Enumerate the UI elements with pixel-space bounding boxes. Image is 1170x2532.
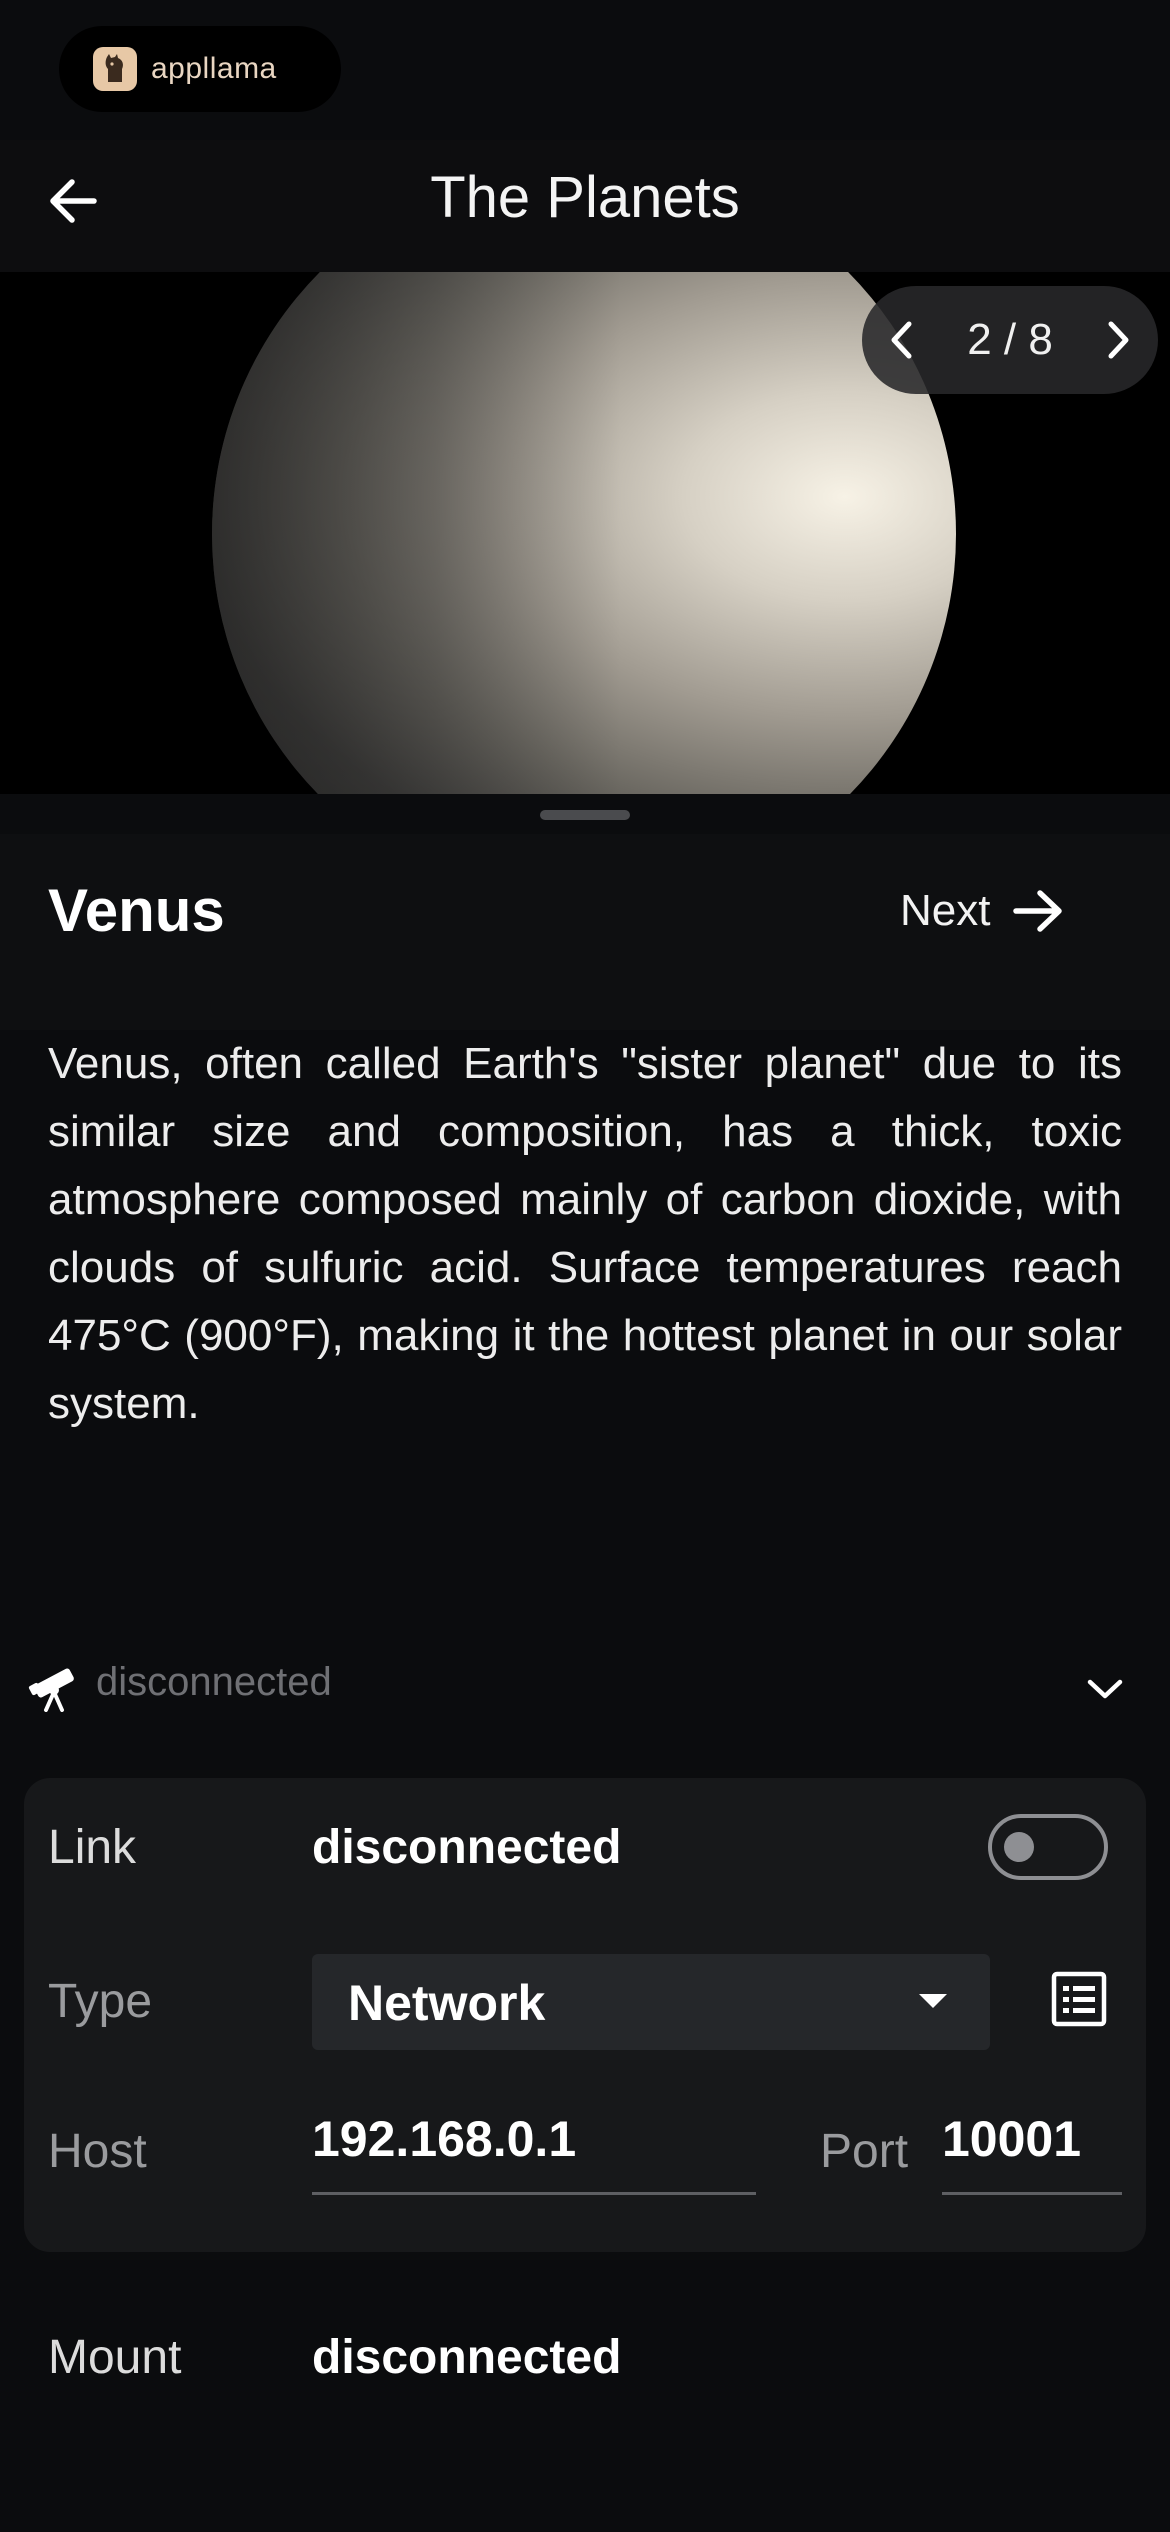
- list-icon[interactable]: [1050, 1970, 1108, 2028]
- telescope-icon: [28, 1668, 74, 1712]
- host-value: 192.168.0.1: [312, 2111, 577, 2167]
- type-select[interactable]: Network: [312, 1954, 990, 2050]
- host-label: Host: [48, 2125, 147, 2178]
- brand-badge: appllama: [59, 26, 341, 112]
- port-value: 10001: [942, 2111, 1082, 2167]
- arrow-right-icon: [1013, 890, 1063, 932]
- chevron-right-icon: [1108, 321, 1129, 359]
- page-title: The Planets: [430, 165, 740, 230]
- host-input[interactable]: 192.168.0.1: [312, 2110, 756, 2195]
- chevron-down-icon: [1087, 1679, 1123, 1699]
- image-pager: 2 / 8: [862, 286, 1158, 394]
- connection-settings-card: Link disconnected Type Network Host 192.…: [24, 1778, 1146, 2252]
- link-value: disconnected: [312, 1821, 622, 1874]
- next-label: Next: [900, 886, 991, 935]
- mount-value: disconnected: [312, 2331, 622, 2384]
- page-indicator: 2 / 8: [967, 315, 1053, 364]
- mount-label-row: Mount: [48, 2331, 182, 2384]
- type-value: Network: [348, 1975, 546, 2031]
- type-label: Type: [48, 1975, 153, 2028]
- connection-status-row[interactable]: disconnected: [0, 1634, 1170, 1744]
- planet-name: Venus: [48, 877, 225, 944]
- details-sheet: Venus Next Venus, often called Earth's "…: [0, 794, 1170, 2532]
- link-label: Link: [48, 1821, 137, 1874]
- expand-connection-button[interactable]: [1070, 1654, 1140, 1724]
- port-label: Port: [820, 2125, 909, 2178]
- app-header: The Planets: [0, 140, 1170, 272]
- chevron-left-icon: [891, 321, 912, 359]
- planet-image: 2 / 8: [0, 272, 1170, 794]
- llama-logo-icon: [93, 47, 137, 91]
- previous-image-button[interactable]: [862, 286, 942, 394]
- planet-description: Venus, often called Earth's "sister plan…: [48, 1039, 1122, 1428]
- next-planet-button[interactable]: Next: [900, 866, 1066, 956]
- drag-handle[interactable]: [540, 810, 630, 820]
- connection-status: disconnected: [96, 1660, 332, 1704]
- brand-name: appllama: [151, 52, 277, 85]
- dropdown-caret-icon: [919, 1994, 947, 2008]
- next-image-button[interactable]: [1078, 286, 1158, 394]
- port-input[interactable]: 10001: [942, 2110, 1122, 2195]
- link-toggle[interactable]: [988, 1814, 1108, 1880]
